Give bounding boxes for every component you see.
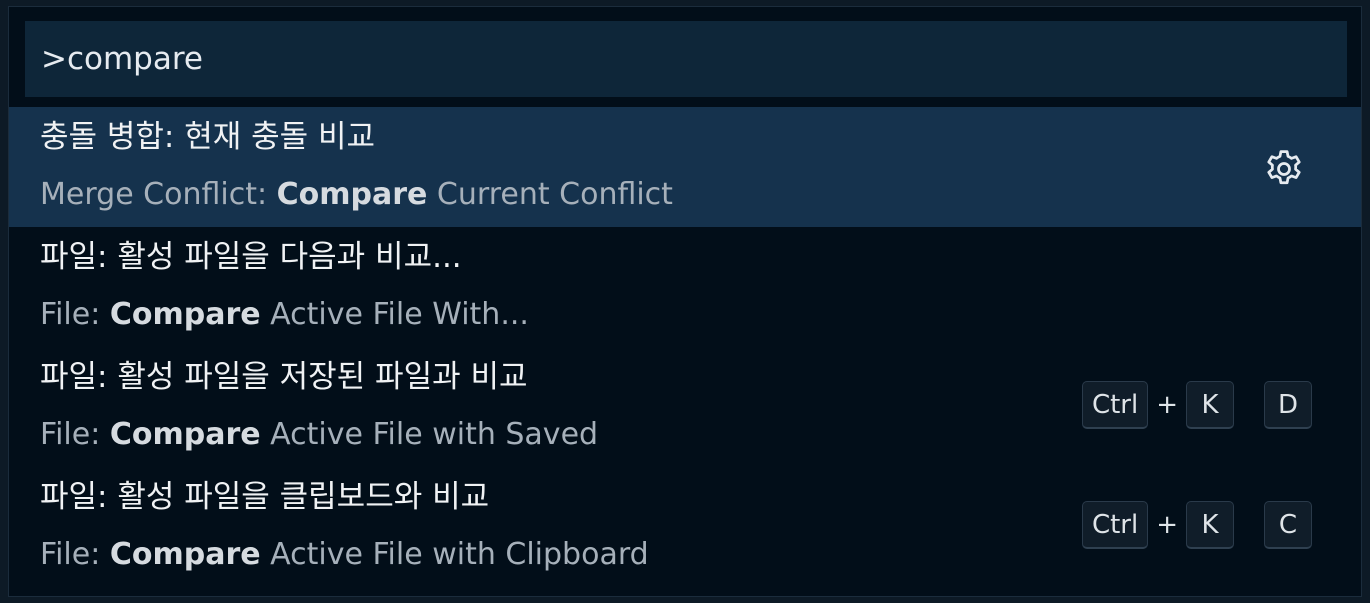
command-detail: File: Compare Active File with Clipboard — [40, 535, 649, 575]
keycap-k: K — [1186, 501, 1234, 549]
key-plus: + — [1156, 510, 1178, 540]
command-item-compare-with-clipboard[interactable]: 파일: 활성 파일을 클립보드와 비교 File: Compare Active… — [9, 467, 1361, 587]
keycap-ctrl: Ctrl — [1081, 381, 1149, 429]
detail-prefix: File: — [40, 537, 110, 572]
keycap-d: D — [1264, 381, 1312, 429]
command-search-input[interactable] — [41, 41, 1347, 77]
keycap-ctrl: Ctrl — [1081, 501, 1149, 549]
command-label: 파일: 활성 파일을 클립보드와 비교 — [40, 479, 490, 515]
detail-highlight: Compare — [109, 297, 261, 332]
command-list: 충돌 병합: 현재 충돌 비교 Merge Conflict: Compare … — [9, 107, 1361, 587]
detail-suffix: Active File with Saved — [260, 417, 599, 452]
command-detail: File: Compare Active File With... — [40, 295, 529, 335]
keycap-k: K — [1186, 381, 1234, 429]
command-detail: Merge Conflict: Compare Current Conflict — [40, 175, 673, 215]
detail-prefix: File: — [40, 417, 110, 452]
keycap-c: C — [1264, 501, 1312, 549]
detail-highlight: Compare — [109, 537, 261, 572]
detail-suffix: Active File With... — [260, 297, 529, 332]
detail-highlight: Compare — [109, 417, 261, 452]
keybinding: Ctrl + K D — [1081, 380, 1312, 430]
detail-suffix: Current Conflict — [427, 177, 673, 212]
command-item-compare-with-saved[interactable]: 파일: 활성 파일을 저장된 파일과 비교 File: Compare Acti… — [9, 347, 1361, 467]
command-search-box[interactable] — [25, 21, 1347, 97]
command-item-compare-active-file-with[interactable]: 파일: 활성 파일을 다음과 비교... File: Compare Activ… — [9, 227, 1361, 347]
command-label: 충돌 병합: 현재 충돌 비교 — [40, 119, 376, 155]
command-palette: 충돌 병합: 현재 충돌 비교 Merge Conflict: Compare … — [8, 6, 1362, 597]
detail-highlight: Compare — [276, 177, 428, 212]
gear-icon[interactable] — [1262, 147, 1306, 191]
command-detail: File: Compare Active File with Saved — [40, 415, 598, 455]
key-plus: + — [1156, 390, 1178, 420]
detail-suffix: Active File with Clipboard — [260, 537, 649, 572]
command-item-merge-conflict-compare[interactable]: 충돌 병합: 현재 충돌 비교 Merge Conflict: Compare … — [9, 107, 1361, 227]
detail-prefix: Merge Conflict: — [40, 177, 277, 212]
keybinding: Ctrl + K C — [1081, 500, 1312, 550]
command-label: 파일: 활성 파일을 다음과 비교... — [40, 239, 462, 275]
detail-prefix: File: — [40, 297, 110, 332]
command-label: 파일: 활성 파일을 저장된 파일과 비교 — [40, 359, 528, 395]
